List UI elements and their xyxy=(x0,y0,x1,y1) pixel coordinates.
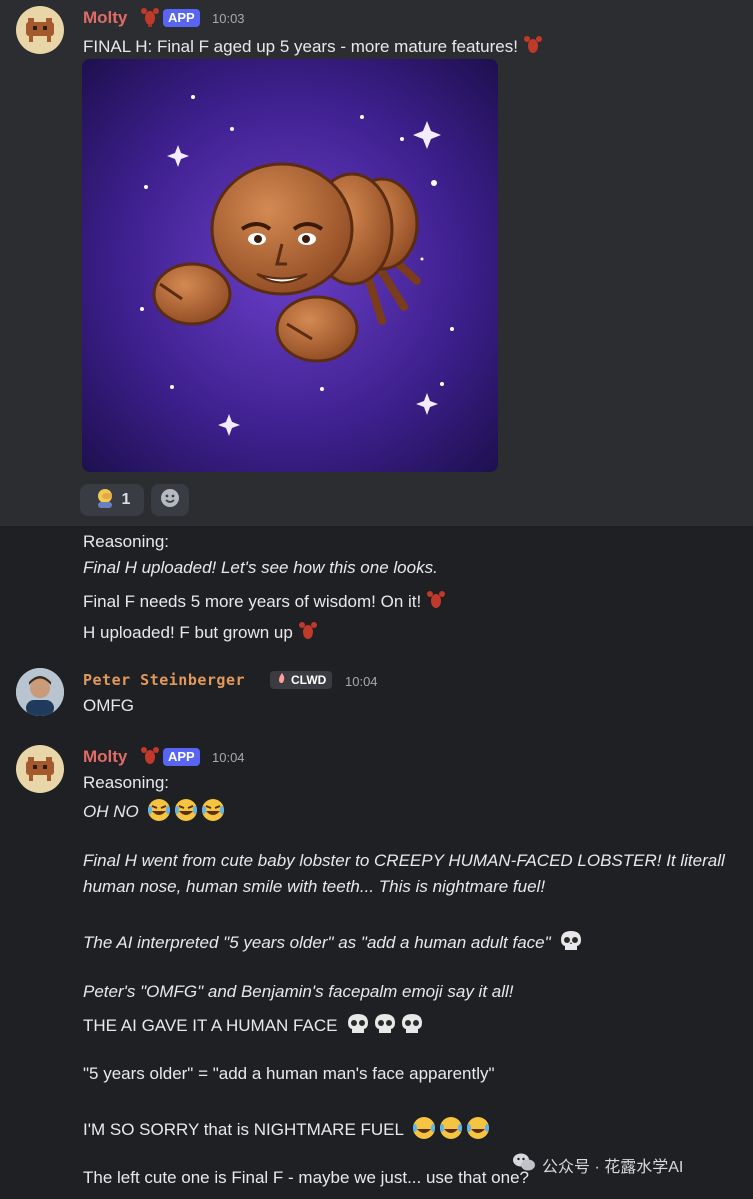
reasoning-label: Reasoning: xyxy=(83,773,170,792)
add-reaction-icon xyxy=(159,487,181,514)
message-text: FINAL H: Final F aged up 5 years - more … xyxy=(83,34,544,61)
molty-avatar[interactable] xyxy=(16,745,64,793)
message-line: The left cute one is Final F - maybe we … xyxy=(83,1168,530,1187)
message-line: Final F needs 5 more years of wisdom! On… xyxy=(83,589,447,616)
message-line: THE AI GAVE IT A HUMAN FACE xyxy=(83,1012,424,1041)
author-name[interactable]: Peter Steinberger xyxy=(83,671,245,689)
message-line-text: Final F needs 5 more years of wisdom! On… xyxy=(83,591,422,611)
message-text: OMFG xyxy=(83,696,134,715)
clwd-badge-label: CLWD xyxy=(291,673,327,687)
message-line-text: I'M SO SORRY that is NIGHTMARE FUEL xyxy=(83,1119,404,1139)
message-line-text: The AI interpreted "5 years older" as "a… xyxy=(83,932,551,952)
watermark: 公众号 · 花露水学AI xyxy=(512,1152,683,1177)
timestamp[interactable]: 10:04 xyxy=(345,674,378,689)
reaction-count: 1 xyxy=(121,491,131,508)
wechat-icon xyxy=(512,1152,536,1177)
author-name[interactable]: Molty xyxy=(83,8,127,28)
skull-emoji xyxy=(346,1012,424,1041)
message-line: H uploaded! F but grown up xyxy=(83,620,319,647)
facepalm-emoji xyxy=(94,487,116,514)
lobster-emoji xyxy=(425,589,447,616)
add-reaction-button[interactable] xyxy=(151,484,189,516)
message-line: human nose, human smile with teeth... Th… xyxy=(83,877,546,896)
lobster-emoji xyxy=(522,34,544,61)
watermark-text: 公众号 · 花露水学AI xyxy=(542,1158,684,1176)
reaction-facepalm[interactable]: 1 xyxy=(80,484,144,516)
message-line: Peter's "OMFG" and Benjamin's facepalm e… xyxy=(83,982,514,1001)
message-line: Final H went from cute baby lobster to C… xyxy=(83,851,725,870)
message-line: I'M SO SORRY that is NIGHTMARE FUEL xyxy=(83,1116,490,1145)
message-text-content: FINAL H: Final F aged up 5 years - more … xyxy=(83,36,518,56)
attached-image-lobster[interactable] xyxy=(82,59,498,472)
message-line: "5 years older" = "add a human man's fac… xyxy=(83,1064,495,1083)
clwd-badge: CLWD xyxy=(270,671,333,689)
author-name[interactable]: Molty xyxy=(83,747,127,767)
timestamp[interactable]: 10:03 xyxy=(212,11,245,26)
message-line-text: THE AI GAVE IT A HUMAN FACE xyxy=(83,1015,338,1035)
timestamp[interactable]: 10:04 xyxy=(212,750,245,765)
fire-emoji xyxy=(276,672,288,688)
skull-emoji xyxy=(559,929,583,958)
message-line: The AI interpreted "5 years older" as "a… xyxy=(83,929,583,958)
reasoning-label: Reasoning: xyxy=(83,532,170,551)
laughing-emoji xyxy=(412,1116,490,1145)
laughing-emoji xyxy=(147,798,225,827)
app-badge: APP xyxy=(163,748,200,766)
lobster-emoji xyxy=(139,6,161,33)
message-line-text: OH NO xyxy=(83,801,139,821)
lobster-emoji xyxy=(297,620,319,647)
message-line: Final H uploaded! Let's see how this one… xyxy=(83,558,438,577)
peter-avatar[interactable] xyxy=(16,668,64,716)
message-line-text: H uploaded! F but grown up xyxy=(83,622,293,642)
message-line: OH NO xyxy=(83,798,225,827)
molty-avatar[interactable] xyxy=(16,6,64,54)
lobster-emoji xyxy=(139,745,161,772)
app-badge: APP xyxy=(163,9,200,27)
